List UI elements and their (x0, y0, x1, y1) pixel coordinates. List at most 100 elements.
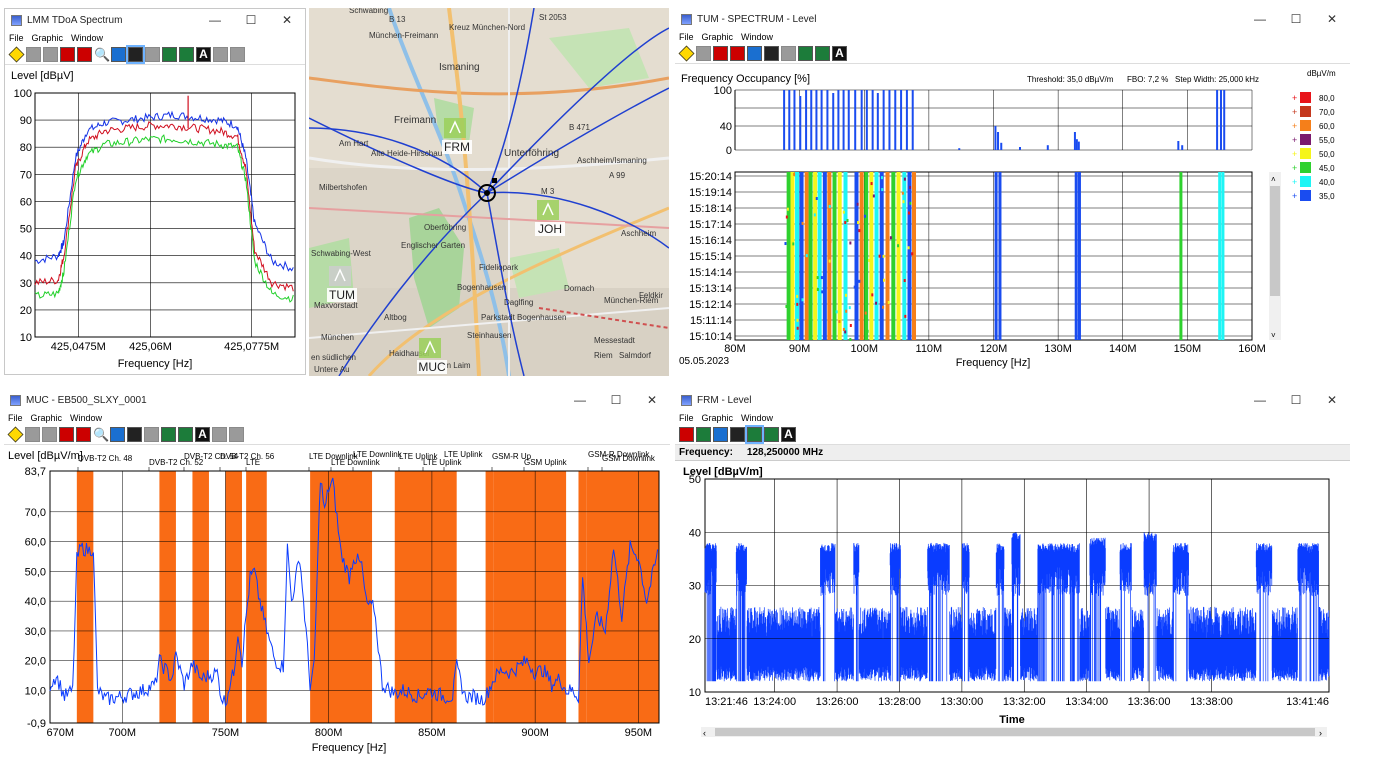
minimize-icon[interactable]: — (1242, 393, 1278, 407)
occupancy-bar (1018, 147, 1021, 150)
stop-icon[interactable] (730, 46, 745, 61)
x-axis-label: Frequency [Hz] (118, 358, 193, 370)
band-spectrum-chart[interactable]: Level [dBµV/m] Frequency [Hz] 83,7 70,0 60… (4, 445, 670, 755)
titlebar[interactable]: LMM TDoA Spectrum — ☐ ✕ (5, 9, 305, 31)
x-tick-label: 13:30:00 (940, 696, 983, 708)
waterfall-icon[interactable] (764, 46, 779, 61)
scrollbar-thumb[interactable] (715, 728, 1315, 736)
waterfall-icon[interactable] (730, 427, 745, 442)
map-canvas[interactable]: Ismaning Unterföhring Freimann Am Hart Milbe… (309, 8, 669, 376)
y-tick-label: 40 (720, 121, 732, 133)
occupancy-bar (958, 148, 961, 150)
record-icon[interactable] (59, 427, 74, 442)
waterfall-icon[interactable] (127, 427, 142, 442)
scroll-down-icon[interactable]: ˅ (1271, 331, 1276, 340)
waterfall-trace (994, 172, 998, 340)
disabled-tool-icon (145, 47, 160, 62)
menu-graphic[interactable]: Graphic (702, 413, 734, 423)
level-icon[interactable] (696, 427, 711, 442)
spectrum-icon[interactable] (747, 46, 762, 61)
annotation-icon[interactable]: A (832, 46, 847, 61)
y-tick-label: 60 (20, 196, 32, 208)
minimize-icon[interactable]: — (1242, 12, 1278, 26)
map-view[interactable]: Ismaning Unterföhring Freimann Am Hart Milbe… (309, 8, 669, 376)
histogram-icon[interactable] (179, 47, 194, 62)
waterfall-icon[interactable] (126, 45, 145, 64)
spectrum-icon[interactable] (111, 47, 126, 62)
spectrum-icon[interactable] (110, 427, 125, 442)
stop-icon[interactable] (77, 47, 92, 62)
titlebar[interactable]: TUM - SPECTRUM - Level — ☐ ✕ (675, 8, 1350, 30)
x-tick-label: 900M (521, 727, 549, 739)
histogram-icon[interactable] (178, 427, 193, 442)
disabled-tool-icon (229, 427, 244, 442)
annotation-icon[interactable]: A (196, 47, 211, 62)
menu-window[interactable]: Window (741, 413, 773, 423)
occupancy-bar (1077, 141, 1080, 150)
menu-file[interactable]: File (679, 32, 694, 42)
minimize-icon[interactable]: — (562, 393, 598, 407)
scroll-right-icon[interactable]: › (1319, 728, 1322, 738)
close-icon[interactable]: ✕ (269, 13, 305, 27)
scroll-left-icon[interactable]: ‹ (703, 728, 706, 738)
band-region (394, 471, 457, 723)
titlebar[interactable]: FRM - Level — ☐ ✕ (675, 389, 1350, 411)
y-tick-label: 30 (689, 581, 701, 593)
map-place-label: München-Freimann (369, 31, 438, 40)
waterfall-trace (799, 172, 804, 340)
histogram-icon[interactable] (764, 427, 779, 442)
menu-file[interactable]: File (679, 413, 694, 423)
record-icon[interactable] (713, 46, 728, 61)
menu-graphic[interactable]: Graphic (31, 413, 63, 423)
zoom-icon[interactable]: 🔍 (94, 47, 110, 62)
timeline-icon[interactable] (745, 425, 764, 444)
legend-marker: + (1292, 163, 1297, 173)
maximize-icon[interactable]: ☐ (1278, 393, 1314, 407)
annotation-icon[interactable]: A (781, 427, 796, 442)
zoom-icon[interactable]: 🔍 (93, 427, 109, 442)
waterfall-dot (828, 204, 831, 208)
menu-window[interactable]: Window (741, 32, 773, 42)
spectrum-icon[interactable] (713, 427, 728, 442)
scrollbar-thumb[interactable] (1270, 186, 1280, 296)
frequency-value[interactable]: 128,250000 MHz (747, 447, 897, 458)
legend-value: 60,0 (1319, 122, 1335, 131)
waterfall-dot (858, 229, 861, 233)
level-time-chart[interactable]: Level [dBµV/m] Time 504030201013:21:46 13… (675, 461, 1350, 739)
legend-value: 50,0 (1319, 150, 1335, 159)
level-icon[interactable] (162, 47, 177, 62)
menu-window[interactable]: Window (70, 413, 102, 423)
marker-icon[interactable] (8, 46, 25, 63)
histogram-icon[interactable] (815, 46, 830, 61)
menu-window[interactable]: Window (71, 33, 103, 43)
close-icon[interactable]: ✕ (634, 393, 670, 407)
map-place-label: Milbertshofen (319, 183, 367, 192)
marker-icon[interactable] (678, 45, 695, 62)
record-icon[interactable] (679, 427, 694, 442)
spectrum-chart[interactable]: Level [dBµV] Frequency [Hz] 100 90 80 70 60 5… (5, 65, 305, 371)
maximize-icon[interactable]: ☐ (233, 13, 269, 27)
menu-file[interactable]: File (9, 33, 24, 43)
titlebar[interactable]: MUC - EB500_SLXY_0001 — ☐ ✕ (4, 389, 670, 411)
waterfall-dot (882, 305, 885, 309)
level-icon[interactable] (161, 427, 176, 442)
maximize-icon[interactable]: ☐ (1278, 12, 1314, 26)
station-label: JOH (538, 222, 562, 236)
stop-icon[interactable] (76, 427, 91, 442)
x-tick-label: 850M (418, 727, 446, 739)
menubar: File Graphic Window (675, 411, 1350, 425)
menu-file[interactable]: File (8, 413, 23, 423)
menu-graphic[interactable]: Graphic (702, 32, 734, 42)
scroll-up-icon[interactable]: ˄ (1271, 175, 1276, 184)
annotation-icon[interactable]: A (195, 427, 210, 442)
close-icon[interactable]: ✕ (1314, 393, 1350, 407)
minimize-icon[interactable]: — (197, 13, 233, 27)
maximize-icon[interactable]: ☐ (598, 393, 634, 407)
close-icon[interactable]: ✕ (1314, 12, 1350, 26)
marker-icon[interactable] (7, 426, 24, 443)
occupancy-chart[interactable]: Frequency Occupancy [%] Threshold: 35,0 … (675, 64, 1350, 378)
occupancy-icon[interactable] (798, 46, 813, 61)
menu-graphic[interactable]: Graphic (32, 33, 64, 43)
occupancy-bar (894, 90, 897, 150)
record-icon[interactable] (60, 47, 75, 62)
